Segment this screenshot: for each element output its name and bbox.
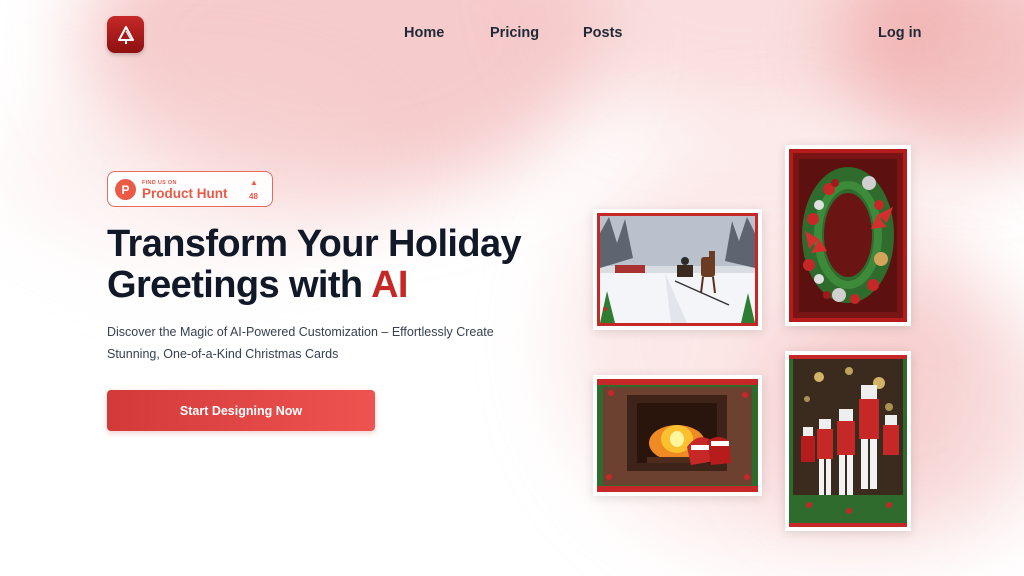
nutcracker-image bbox=[789, 355, 907, 527]
nav-home-link[interactable]: Home bbox=[404, 25, 444, 41]
nav-posts-link[interactable]: Posts bbox=[583, 25, 623, 41]
fireplace-stockings-card[interactable] bbox=[593, 375, 762, 496]
horse-sleigh-image bbox=[597, 213, 758, 326]
horse-sleigh-snow-card[interactable] bbox=[593, 209, 762, 330]
christmas-wreath-card[interactable] bbox=[785, 145, 911, 326]
login-link[interactable]: Log in bbox=[878, 25, 922, 41]
upvote-arrow-icon: ▲ bbox=[250, 178, 258, 187]
start-designing-button[interactable]: Start Designing Now bbox=[107, 390, 375, 431]
hero-subtext: Discover the Magic of AI-Powered Customi… bbox=[107, 325, 494, 361]
headline-text: Transform Your Holiday Greetings with bbox=[107, 223, 522, 306]
upvote-count: 48 bbox=[249, 192, 258, 201]
nutcracker-soldiers-card[interactable] bbox=[785, 351, 911, 531]
nav-pricing-link[interactable]: Pricing bbox=[490, 25, 539, 41]
christmas-tree-icon[interactable] bbox=[107, 16, 144, 53]
headline-accent: AI bbox=[371, 264, 408, 306]
hero-headline: Transform Your Holiday Greetings with AI bbox=[107, 224, 577, 306]
badge-name: Product Hunt bbox=[142, 186, 228, 201]
fireplace-image bbox=[597, 379, 758, 492]
wreath-image bbox=[789, 149, 907, 322]
product-hunt-badge[interactable]: P FIND US ON Product Hunt ▲ 48 bbox=[107, 171, 273, 207]
product-hunt-icon: P bbox=[115, 179, 136, 200]
navbar: Home Pricing Posts Log in bbox=[0, 0, 1024, 70]
